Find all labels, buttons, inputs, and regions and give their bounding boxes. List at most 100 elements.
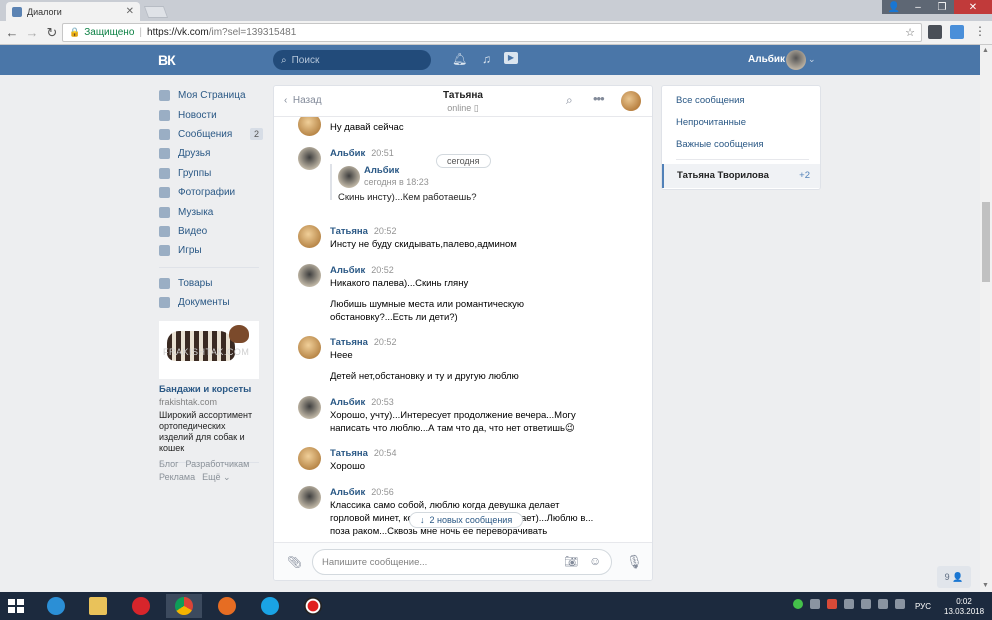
reload-icon[interactable]: ↻ <box>44 25 60 41</box>
tray-icon[interactable] <box>861 599 871 609</box>
avatar[interactable] <box>298 117 321 136</box>
taskbar-opera-icon[interactable] <box>123 594 159 618</box>
profile-icon[interactable]: 👤 <box>882 0 906 14</box>
sidebar-item-news[interactable]: Новости <box>159 105 263 124</box>
bookmark-star-icon[interactable]: ☆ <box>905 26 915 39</box>
footer-link-more[interactable]: Ещё ⌄ <box>202 472 230 482</box>
taskbar-firefox-icon[interactable] <box>209 594 245 618</box>
avatar[interactable] <box>298 264 321 287</box>
sidebar-item-my-page[interactable]: Моя Страница <box>159 86 263 105</box>
footer-link-blog[interactable]: Блог <box>159 459 178 469</box>
filter-unread[interactable]: Непрочитанные <box>676 117 746 128</box>
scroll-down-icon[interactable]: ▼ <box>982 582 989 589</box>
menu-dots-icon[interactable]: ⋮ <box>974 24 986 38</box>
tray-icon[interactable] <box>827 599 837 609</box>
sender-name[interactable]: Татьяна <box>330 226 368 237</box>
browser-tab[interactable]: Диалоги ✕ <box>6 2 140 21</box>
back-arrow-icon[interactable]: ← <box>4 25 20 40</box>
sidebar-item-documents[interactable]: Документы <box>159 293 263 312</box>
minimize-button[interactable]: – <box>906 0 930 14</box>
sender-name[interactable]: Татьяна <box>330 337 368 348</box>
sender-name[interactable]: Альбик <box>330 397 365 408</box>
message-item: Татьяна 20:52 Инсту не буду скидывать,пал… <box>298 225 638 251</box>
keyboard-language[interactable]: РУС <box>915 602 931 611</box>
play-icon[interactable]: ▶ <box>504 52 518 64</box>
sidebar-item-video[interactable]: Видео <box>159 222 263 241</box>
sidebar-item-messages[interactable]: Сообщения 2 <box>159 125 263 144</box>
sender-name[interactable]: Альбик <box>330 265 365 276</box>
contact-avatar[interactable] <box>621 91 641 111</box>
tray-status-icon[interactable] <box>793 599 803 609</box>
avatar[interactable] <box>786 50 806 70</box>
avatar[interactable] <box>298 447 321 470</box>
forward-arrow-icon[interactable]: → <box>24 25 40 40</box>
ad-image[interactable]: FRAKISHTAK.COM <box>159 321 259 379</box>
camera-icon[interactable]: 📷︎ <box>564 555 578 568</box>
page-scrollbar[interactable] <box>980 45 992 592</box>
avatar[interactable] <box>298 396 321 419</box>
new-tab-button[interactable] <box>143 6 169 18</box>
window-close-button[interactable]: ✕ <box>954 0 992 14</box>
paperclip-icon[interactable]: 📎︎ <box>287 555 302 569</box>
shield-extension-icon[interactable] <box>950 25 964 39</box>
windows-start-icon[interactable] <box>8 599 24 613</box>
maximize-button[interactable]: ❐ <box>930 0 954 14</box>
sidebar-item-groups[interactable]: Группы <box>159 164 263 183</box>
tray-icon[interactable] <box>844 599 854 609</box>
filter-all-messages[interactable]: Все сообщения <box>676 95 745 106</box>
clock-date: 13.03.2018 <box>944 607 985 616</box>
extension-icon[interactable] <box>928 25 942 39</box>
shopping-bag-icon <box>159 277 170 289</box>
sender-name[interactable]: Альбик <box>330 148 365 159</box>
search-input[interactable]: ⌕ Поиск <box>273 50 431 70</box>
smile-icon[interactable]: ☺ <box>589 554 601 568</box>
taskbar-chrome-icon[interactable] <box>166 594 202 618</box>
user-name[interactable]: Альбик <box>748 54 785 65</box>
scroll-up-icon[interactable]: ▲ <box>982 47 989 54</box>
ad-block[interactable]: FRAKISHTAK.COM Бандажи и корсеты frakish… <box>159 321 259 469</box>
tray-icon[interactable] <box>810 599 820 609</box>
divider <box>159 266 259 268</box>
more-options-icon[interactable]: ••• <box>593 91 605 106</box>
chevron-down-icon[interactable]: ⌄ <box>808 54 816 65</box>
music-icon[interactable]: ♫ <box>482 52 491 66</box>
tray-network-icon[interactable] <box>878 599 888 609</box>
online-friends-button[interactable]: 9 👤 <box>937 566 971 588</box>
microphone-icon[interactable]: 🎙︎ <box>626 554 643 570</box>
sidebar-item-music[interactable]: Музыка <box>159 202 263 221</box>
close-tab-icon[interactable]: ✕ <box>126 6 134 17</box>
sidebar-item-photos[interactable]: Фотографии <box>159 183 263 202</box>
avatar[interactable] <box>298 486 321 509</box>
ad-url[interactable]: frakishtak.com <box>159 397 259 407</box>
footer-link-developers[interactable]: Разработчикам <box>185 459 249 469</box>
search-icon[interactable]: ⌕ <box>566 93 573 108</box>
address-bar[interactable]: 🔒 Защищено | https://vk.com/im?sel=13931… <box>62 23 922 42</box>
sender-name[interactable]: Альбик <box>330 487 365 498</box>
bell-icon[interactable]: 🔔︎ <box>452 52 467 66</box>
sidebar-item-games[interactable]: Игры <box>159 241 263 260</box>
avatar[interactable] <box>298 225 321 248</box>
tray-volume-icon[interactable] <box>895 599 905 609</box>
browser-toolbar: ← → ↻ 🔒 Защищено | https://vk.com/im?sel… <box>0 21 992 45</box>
vk-header: ВК ⌕ Поиск 🔔︎ ♫ ▶ Альбик ⌄ <box>0 45 980 75</box>
sender-name[interactable]: Татьяна <box>330 448 368 459</box>
filter-important[interactable]: Важные сообщения <box>676 139 764 150</box>
taskbar-ie-icon[interactable] <box>38 594 74 618</box>
footer-link-ads[interactable]: Реклама <box>159 472 195 482</box>
taskbar-skype-icon[interactable] <box>252 594 288 618</box>
forwarded-sender[interactable]: Альбик <box>364 165 399 176</box>
avatar[interactable] <box>298 336 321 359</box>
ad-title[interactable]: Бандажи и корсеты <box>159 384 259 395</box>
system-tray <box>793 599 905 609</box>
avatar[interactable] <box>338 166 360 188</box>
vk-logo[interactable]: ВК <box>158 52 176 68</box>
new-messages-button[interactable]: ↓ 2 новых сообщения <box>409 512 524 528</box>
scrollbar-thumb[interactable] <box>982 202 990 282</box>
sidebar-item-goods[interactable]: Товары <box>159 274 263 293</box>
avatar[interactable] <box>298 147 321 170</box>
taskbar-record-icon[interactable] <box>295 594 331 618</box>
active-conversation-item[interactable]: Татьяна Творилова +2 <box>662 164 820 188</box>
taskbar-explorer-icon[interactable] <box>80 594 116 618</box>
sidebar-item-friends[interactable]: Друзья <box>159 144 263 163</box>
clock[interactable]: 0:02 13.03.2018 <box>944 597 984 617</box>
